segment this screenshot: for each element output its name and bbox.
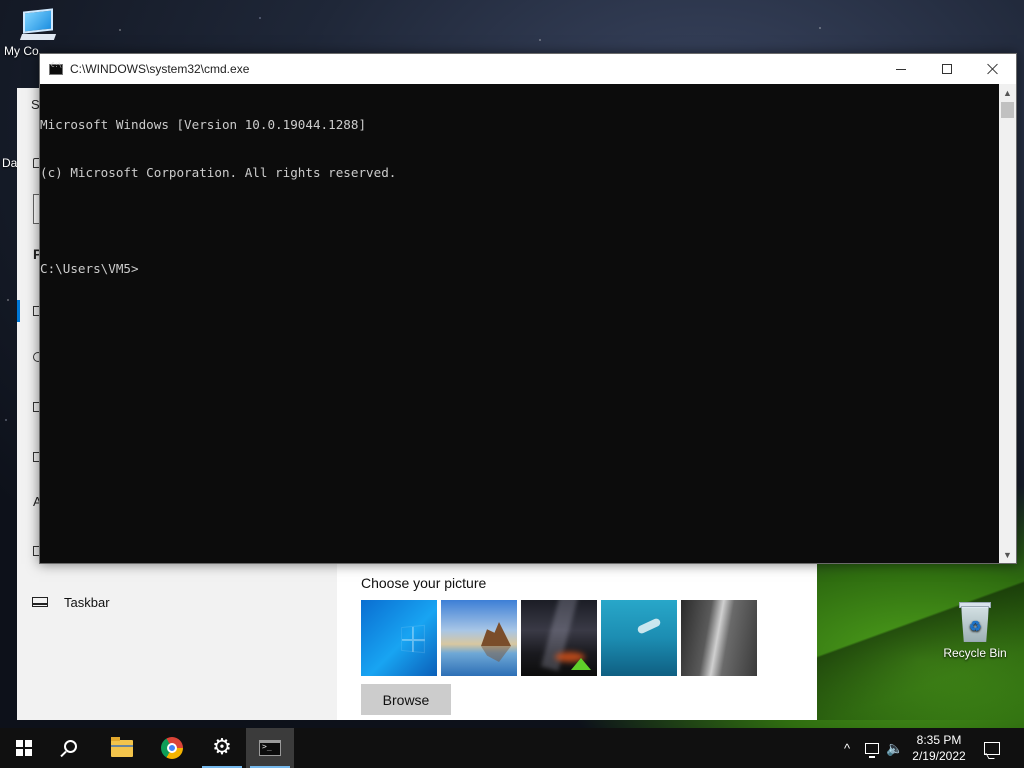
chrome-icon [161, 737, 183, 759]
wallpaper-thumbnail-beach[interactable] [441, 600, 517, 676]
command-prompt-taskbar-button[interactable] [246, 728, 294, 768]
search-icon [63, 739, 77, 753]
search-button[interactable] [48, 728, 96, 768]
taskbar-icon [32, 597, 48, 607]
action-center-button[interactable] [980, 728, 1004, 768]
recycle-bin-icon: ♻ [957, 600, 993, 644]
desktop-icon-recycle-bin[interactable]: ♻ Recycle Bin [940, 600, 1010, 660]
wallpaper-thumbnail-night-tent[interactable] [521, 600, 597, 676]
command-prompt-icon [259, 740, 281, 756]
computer-icon [19, 8, 57, 42]
maximize-icon [942, 64, 952, 74]
file-explorer-button[interactable] [98, 728, 146, 768]
desktop-icon-label: Da [2, 156, 18, 170]
vertical-scrollbar[interactable]: ▲ ▼ [999, 84, 1016, 563]
minimize-button[interactable] [878, 54, 924, 84]
sidebar-item-label: Taskbar [64, 594, 110, 610]
settings-gear-icon: ⚙ [212, 735, 232, 760]
network-button[interactable] [860, 728, 884, 768]
start-button[interactable] [0, 728, 48, 768]
window-title: C:\WINDOWS\system32\cmd.exe [70, 62, 250, 76]
chrome-button[interactable] [148, 728, 196, 768]
console-output[interactable]: Microsoft Windows [Version 10.0.19044.12… [40, 84, 1000, 563]
console-prompt[interactable]: C:\Users\VM5> [40, 261, 1000, 277]
cmd-window[interactable]: C:\WINDOWS\system32\cmd.exe Microsoft Wi… [39, 53, 1017, 564]
picture-thumbnails [361, 600, 757, 676]
notifications-icon [984, 741, 1000, 755]
desktop-icon-label: My Co [4, 44, 39, 58]
windows-start-icon [16, 740, 32, 756]
chevron-up-icon: ^ [843, 740, 851, 756]
desktop-icon-my-computer[interactable]: My Co [4, 8, 74, 58]
desktop-icon-label: Recycle Bin [943, 646, 1007, 660]
clock-button[interactable]: 8:35 PM 2/19/2022 [906, 728, 972, 768]
command-prompt-icon [49, 62, 63, 75]
scroll-down-arrow-icon[interactable]: ▼ [999, 546, 1016, 563]
scroll-up-arrow-icon[interactable]: ▲ [999, 84, 1016, 101]
network-icon [865, 742, 879, 758]
cmd-titlebar[interactable]: C:\WINDOWS\system32\cmd.exe [40, 54, 1016, 84]
maximize-button[interactable] [924, 54, 970, 84]
show-hidden-icons-button[interactable]: ^ [838, 728, 856, 768]
console-line: (c) Microsoft Corporation. All rights re… [40, 165, 397, 180]
volume-button[interactable]: 🔈 [884, 728, 906, 768]
file-explorer-icon [111, 736, 133, 757]
close-button[interactable] [970, 54, 1016, 84]
clock-time: 8:35 PM [916, 733, 962, 747]
browse-button[interactable]: Browse [361, 684, 451, 715]
speaker-icon: 🔈 [886, 739, 904, 756]
close-icon [987, 63, 999, 75]
clock-date: 2/19/2022 [912, 749, 966, 763]
wallpaper-thumbnail-windows[interactable] [361, 600, 437, 676]
settings-button[interactable]: ⚙ [198, 728, 246, 768]
sidebar-item-taskbar[interactable]: Taskbar [32, 592, 110, 612]
console-line: Microsoft Windows [Version 10.0.19044.12… [40, 117, 367, 132]
nav-selection-indicator [17, 300, 20, 322]
choose-picture-heading: Choose your picture [361, 575, 487, 591]
scrollbar-thumb[interactable] [1001, 102, 1014, 118]
wallpaper-thumbnail-rock[interactable] [681, 600, 757, 676]
taskbar: ⚙ ^ 🔈 8:35 PM 2/19/2022 [0, 728, 1024, 768]
wallpaper-thumbnail-underwater[interactable] [601, 600, 677, 676]
minimize-icon [896, 68, 906, 70]
